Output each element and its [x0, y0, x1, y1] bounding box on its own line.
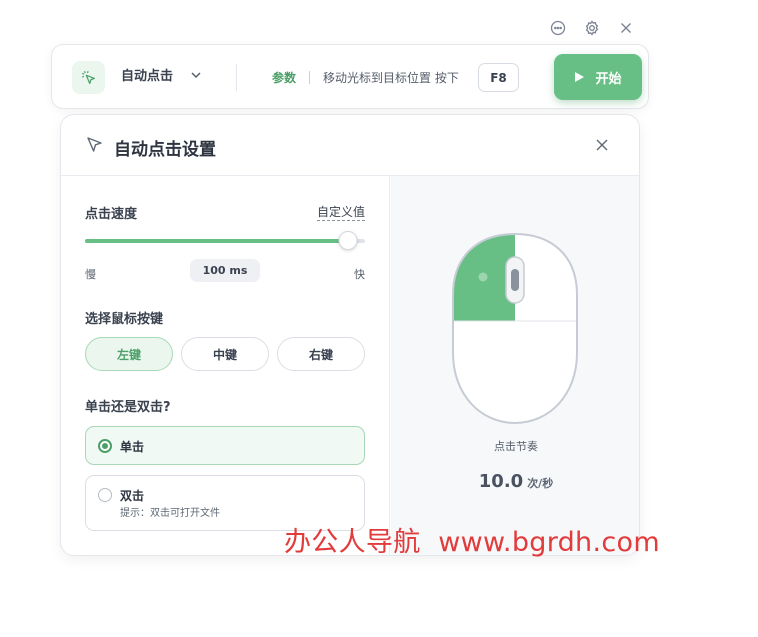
right-button-option[interactable]: 右键: [277, 337, 365, 371]
chevron-down-icon: [191, 71, 201, 78]
main-toolbar: 自动点击 参数 移动光标到目标位置 按下 F8 开始: [51, 44, 649, 109]
settings-form: 点击速度 自定义值 慢 100 ms 快 选择鼠标按键 左键 中键 右键 单击还…: [61, 176, 390, 555]
hotkey-badge[interactable]: F8: [478, 63, 519, 92]
middle-button-option[interactable]: 中键: [181, 337, 269, 371]
panel-header: 自动点击设置: [61, 115, 639, 176]
divider: [236, 64, 237, 91]
slider-fill: [85, 239, 349, 243]
single-click-option[interactable]: 单击: [85, 426, 365, 465]
hotkey-hint: 移动光标到目标位置 按下: [323, 71, 459, 85]
option-title: 单击: [120, 440, 145, 454]
rate-value: 10.0: [478, 471, 524, 492]
radio-unselected: [98, 488, 112, 502]
mouse-illustration: [452, 233, 578, 425]
speed-label: 点击速度: [85, 207, 138, 222]
mode-dropdown[interactable]: 自动点击: [121, 65, 203, 84]
chat-icon[interactable]: [548, 18, 568, 38]
divider: [309, 71, 310, 84]
close-icon[interactable]: [616, 18, 636, 38]
slow-label: 慢: [85, 268, 96, 281]
fast-label: 快: [354, 268, 365, 281]
rhythm-label: 点击节奏: [494, 440, 538, 453]
panel-title: 自动点击设置: [114, 140, 216, 160]
params-link[interactable]: 参数: [272, 69, 296, 86]
speed-value: 100 ms: [190, 259, 260, 282]
mouse-button-group: 左键 中键 右键: [85, 337, 365, 371]
play-icon: [575, 72, 585, 82]
cursor-click-icon: [72, 61, 105, 94]
option-hint: 提示：双击可打开文件: [120, 508, 220, 519]
auto-click-settings-panel: 自动点击设置 点击速度 自定义值 慢 100 ms 快 选择鼠标按键 左键 中键…: [60, 114, 640, 556]
slider-thumb[interactable]: [338, 231, 358, 250]
click-type-label: 单击还是双击?: [85, 400, 171, 415]
cursor-icon: [87, 137, 102, 152]
custom-value-link[interactable]: 自定义值: [316, 203, 365, 221]
option-title: 双击: [120, 489, 145, 503]
mouse-button-label: 选择鼠标按键: [85, 312, 164, 327]
speed-slider[interactable]: [85, 231, 365, 250]
start-label: 开始: [595, 71, 622, 87]
mode-label: 自动点击: [121, 69, 174, 84]
radio-selected: [98, 439, 112, 453]
preview-area: 点击节奏 10.0 次/秒: [391, 176, 639, 555]
start-button[interactable]: 开始: [554, 54, 642, 100]
rate-unit: 次/秒: [527, 477, 554, 490]
watermark: 办公人导航 www.bgrdh.com: [284, 527, 660, 558]
close-icon[interactable]: [593, 136, 611, 154]
window-controls: [548, 18, 636, 38]
click-rate: 10.0 次/秒: [391, 471, 639, 492]
left-button-option[interactable]: 左键: [85, 337, 173, 371]
settings-icon[interactable]: [582, 18, 602, 38]
